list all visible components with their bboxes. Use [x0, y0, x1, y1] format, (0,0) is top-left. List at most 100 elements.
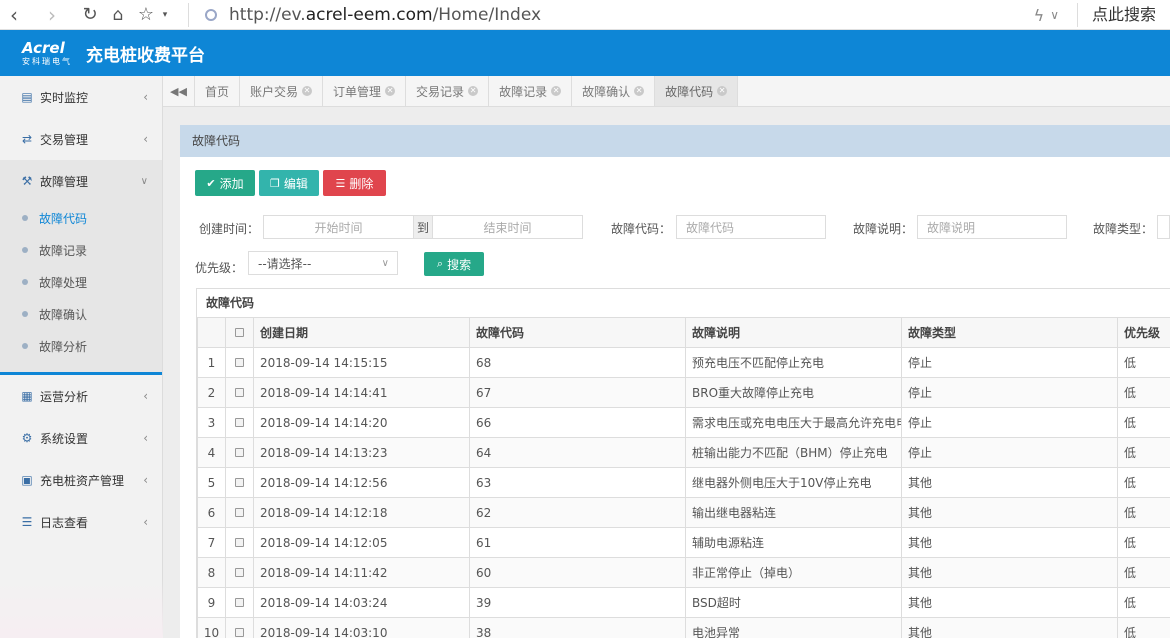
row-checkbox[interactable]	[225, 527, 254, 558]
row-checkbox[interactable]	[225, 347, 254, 378]
chevron-down-icon[interactable]: ▾	[160, 1, 170, 29]
search-button[interactable]: ⌕ 搜索	[424, 252, 484, 276]
column-header-priority[interactable]: 优先级	[1117, 317, 1170, 348]
sidebar-item-faults[interactable]: ⚒ 故障管理 ∨	[0, 160, 162, 202]
logo-text: Acrel	[22, 38, 65, 57]
table-row[interactable]: 10 2018-09-14 14:03:10 38 电池异常 其他低	[197, 617, 1170, 638]
checkbox[interactable]	[235, 627, 244, 637]
fault-type-select[interactable]	[1157, 215, 1170, 239]
fault-desc-input[interactable]: 故障说明	[917, 215, 1067, 239]
row-checkbox[interactable]	[225, 617, 254, 638]
cell-type: 其他	[901, 557, 1118, 588]
close-icon[interactable]: ✕	[302, 86, 313, 96]
row-checkbox[interactable]	[225, 587, 254, 618]
end-time-input[interactable]: 结束时间	[432, 215, 583, 239]
tab-scroll-left-icon[interactable]: ◀◀	[163, 76, 195, 106]
browser-toolbar: ‹ › ↻ ⌂ ☆ ▾ http://ev.acrel-eem.com/Home…	[0, 0, 1170, 30]
forward-icon[interactable]: ›	[38, 1, 66, 29]
tab-fault-record[interactable]: 故障记录 ✕	[489, 76, 573, 106]
row-checkbox[interactable]	[225, 497, 254, 528]
sidebar-subitem-fault-handle[interactable]: 故障处理	[0, 266, 162, 298]
tab-order-manage[interactable]: 订单管理 ✕	[323, 76, 407, 106]
tab-trade-record[interactable]: 交易记录 ✕	[406, 76, 490, 106]
back-icon[interactable]: ‹	[0, 1, 28, 29]
checkbox[interactable]	[235, 447, 244, 457]
row-checkbox[interactable]	[225, 437, 254, 468]
priority-select[interactable]: --请选择-- ∨	[248, 251, 398, 275]
checkbox[interactable]	[235, 387, 244, 397]
cell-desc: 电池异常	[685, 617, 902, 638]
priority-select-value: --请选择--	[258, 256, 312, 271]
table-title: 故障代码	[206, 296, 255, 310]
cell-priority: 低	[1117, 377, 1170, 408]
bolt-icon[interactable]: ϟ	[1034, 6, 1045, 25]
checkbox[interactable]	[235, 507, 244, 517]
table-row[interactable]: 7 2018-09-14 14:12:05 61 辅助电源粘连 其他低	[197, 527, 1170, 558]
table-row[interactable]: 9 2018-09-14 14:03:24 39 BSD超时 其他低	[197, 587, 1170, 618]
row-checkbox[interactable]	[225, 377, 254, 408]
content-area: 故障代码 ✔ 添加 ❐ 编辑 ☰ 删除 创建时间： 开始时间 到 结束时间 故障代码：…	[163, 107, 1170, 638]
cell-type: 停止	[901, 437, 1118, 468]
add-button[interactable]: ✔ 添加	[195, 170, 255, 196]
url-text[interactable]: http://ev.acrel-eem.com/Home/Index	[229, 5, 541, 25]
address-bar[interactable]: http://ev.acrel-eem.com/Home/Index	[188, 2, 541, 27]
table-row[interactable]: 2 2018-09-14 14:14:41 67 BRO重大故障停止充电 停止低	[197, 377, 1170, 408]
edit-button-label: 编辑	[283, 176, 308, 191]
sidebar-item-monitor[interactable]: ▤ 实时监控 ‹	[0, 76, 162, 118]
sidebar-subitem-fault-analysis[interactable]: 故障分析	[0, 330, 162, 362]
tab-fault-confirm[interactable]: 故障确认 ✕	[572, 76, 656, 106]
close-icon[interactable]: ✕	[385, 86, 396, 96]
sidebar-item-transactions[interactable]: ⇄ 交易管理 ‹	[0, 118, 162, 160]
column-header-desc[interactable]: 故障说明	[685, 317, 902, 348]
fault-code-input[interactable]: 故障代码	[676, 215, 826, 239]
tab-home[interactable]: 首页	[195, 76, 241, 106]
sidebar-item-label: 故障管理	[40, 174, 89, 189]
close-icon[interactable]: ✕	[468, 86, 479, 96]
delete-button[interactable]: ☰ 删除	[323, 170, 386, 196]
sidebar-item-logs[interactable]: ☰ 日志查看 ‹	[0, 501, 162, 543]
edit-button[interactable]: ❐ 编辑	[259, 170, 319, 196]
tab-account-trade[interactable]: 账户交易 ✕	[240, 76, 324, 106]
checkbox[interactable]	[235, 357, 244, 367]
column-header-date[interactable]: 创建日期	[253, 317, 470, 348]
table-row[interactable]: 6 2018-09-14 14:12:18 62 输出继电器粘连 其他低	[197, 497, 1170, 528]
sidebar-subitem-fault-code[interactable]: 故障代码	[0, 202, 162, 234]
start-time-input[interactable]: 开始时间	[263, 215, 414, 239]
tab-fault-code[interactable]: 故障代码 ✕	[655, 76, 739, 106]
home-icon[interactable]: ⌂	[104, 1, 132, 29]
sidebar-item-settings[interactable]: ⚙ 系统设置 ‹	[0, 417, 162, 459]
chevron-down-icon[interactable]: ∨	[1050, 8, 1059, 22]
select-all-checkbox[interactable]	[225, 317, 254, 348]
sidebar-item-assets[interactable]: ▣ 充电桩资产管理 ‹	[0, 459, 162, 501]
search-link[interactable]: 点此搜索	[1076, 3, 1156, 27]
close-icon[interactable]: ✕	[634, 86, 645, 96]
table-row[interactable]: 3 2018-09-14 14:14:20 66 需求电压或充电电压大于最高允许充电电…	[197, 407, 1170, 438]
row-checkbox[interactable]	[225, 407, 254, 438]
table-row[interactable]: 8 2018-09-14 14:11:42 60 非正常停止（掉电） 其他低	[197, 557, 1170, 588]
table-row[interactable]: 5 2018-09-14 14:12:56 63 继电器外侧电压大于10V停止充电 其他…	[197, 467, 1170, 498]
row-number: 9	[197, 587, 226, 618]
chevron-left-icon: ‹	[143, 515, 148, 529]
checkbox[interactable]	[235, 567, 244, 577]
row-number: 3	[197, 407, 226, 438]
checkbox[interactable]	[235, 597, 244, 607]
checkbox[interactable]	[235, 417, 244, 427]
row-checkbox[interactable]	[225, 557, 254, 588]
table-row[interactable]: 4 2018-09-14 14:13:23 64 桩输出能力不匹配（BHM）停止充电停…	[197, 437, 1170, 468]
cell-desc: 继电器外侧电压大于10V停止充电	[685, 467, 902, 498]
table-row[interactable]: 1 2018-09-14 14:15:15 68 预充电压不匹配停止充电 停止低	[197, 347, 1170, 378]
close-icon[interactable]: ✕	[551, 86, 562, 96]
row-checkbox[interactable]	[225, 467, 254, 498]
checkbox[interactable]	[235, 477, 244, 487]
copy-icon: ❐	[270, 176, 280, 190]
column-header-code[interactable]: 故障代码	[469, 317, 686, 348]
cell-desc: 桩输出能力不匹配（BHM）停止充电	[685, 437, 902, 468]
refresh-icon[interactable]: ↻	[76, 1, 104, 29]
sidebar-item-operation-analysis[interactable]: ▦ 运营分析 ‹	[0, 375, 162, 417]
close-icon[interactable]: ✕	[717, 86, 728, 96]
column-header-type[interactable]: 故障类型	[901, 317, 1118, 348]
checkbox[interactable]	[235, 537, 244, 547]
sidebar-subitem-fault-record[interactable]: 故障记录	[0, 234, 162, 266]
star-icon[interactable]: ☆	[132, 1, 160, 29]
sidebar-subitem-fault-confirm[interactable]: 故障确认	[0, 298, 162, 330]
